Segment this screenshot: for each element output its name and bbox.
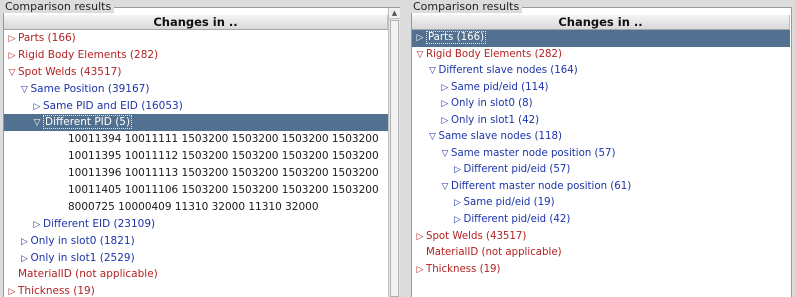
tree-row[interactable]: ▷ Thickness (19) [412, 262, 790, 279]
tree-row[interactable]: ▽ Rigid Body Elements (282) [412, 47, 790, 64]
tree-row-label: Only in slot1 (2529) [30, 251, 135, 264]
tree-rows: ▷ Parts (166) ▽ Rigid Body Elements (282) ▽ D… [412, 30, 790, 278]
collapsed-triangle-icon[interactable]: ▷ [414, 262, 426, 279]
collapsed-triangle-icon[interactable]: ▷ [6, 31, 18, 48]
tree-row-label: Different pid/eid (57) [463, 164, 571, 176]
tree-row[interactable]: 10011396 10011113 1503200 1503200 150320… [4, 165, 388, 182]
tree-row[interactable]: ▽ Same master node position (57) [412, 146, 790, 163]
tree-row-label: Only in slot1 (42) [451, 114, 540, 126]
scrollbar-thumb[interactable] [390, 20, 399, 297]
tree-row-label: Same pid/eid (19) [463, 197, 555, 209]
tree-row[interactable]: MaterialID (not applicable) [412, 245, 790, 262]
group-title: Comparison results [2, 0, 115, 13]
tree-rows: ▷ Parts (166) ▷ Rigid Body Elements (282) ▽ S… [4, 30, 388, 297]
tree-row-label: Spot Welds (43517) [18, 65, 122, 78]
tree-row[interactable]: ▷ Same PID and EID (16053) [4, 98, 388, 115]
tree-row[interactable]: ▽ Same slave nodes (118) [412, 129, 790, 146]
tree-row-label: Same PID and EID (16053) [43, 99, 183, 112]
tree-row-label: Rigid Body Elements (282) [18, 48, 159, 61]
collapsed-triangle-icon[interactable]: ▷ [439, 96, 451, 113]
tree-row[interactable]: 10011395 10011112 1503200 1503200 150320… [4, 148, 388, 165]
tree-row[interactable]: ▷ Only in slot0 (1821) [4, 233, 388, 250]
tree-row[interactable]: ▷ Only in slot1 (42) [412, 113, 790, 130]
collapsed-triangle-icon[interactable]: ▷ [19, 234, 31, 251]
tree-row-label: Thickness (19) [426, 263, 501, 275]
tree-row[interactable]: ▷ Different pid/eid (57) [412, 162, 790, 179]
tree-row-label: Different master node position (61) [451, 180, 632, 192]
scroll-up-arrow-icon[interactable]: ▲ [389, 8, 400, 19]
tree-row[interactable]: ▷ Only in slot1 (2529) [4, 250, 388, 267]
collapsed-triangle-icon[interactable]: ▷ [414, 229, 426, 246]
tree-row-label: 8000725 10000409 11310 32000 11310 32000 [68, 200, 319, 213]
comparison-tree[interactable]: Changes in .. ▷ Parts (166) ▽ Rigid Body El… [412, 15, 790, 297]
tree-row-label: Thickness (19) [18, 285, 95, 297]
tree-row-label: Different EID (23109) [43, 217, 156, 230]
expanded-triangle-icon[interactable]: ▽ [439, 146, 451, 163]
tree-row-label: Only in slot0 (1821) [30, 234, 135, 247]
tree-row-label: Spot Welds (43517) [426, 230, 527, 242]
tree-row-label: Same Position (39167) [30, 82, 150, 95]
tree-row-label: Same master node position (57) [451, 147, 616, 159]
tree-row-label: 10011405 10011106 1503200 1503200 150320… [68, 184, 379, 197]
collapsed-triangle-icon[interactable]: ▷ [452, 162, 464, 179]
tree-row-label: Different pid/eid (42) [463, 214, 571, 226]
collapsed-triangle-icon[interactable]: ▷ [439, 113, 451, 130]
tree-row-label: Same slave nodes (118) [438, 131, 562, 143]
tree-row[interactable]: ▷ Thickness (19) [4, 283, 388, 297]
expanded-triangle-icon[interactable]: ▽ [427, 129, 439, 146]
tree-row-label: MaterialID (not applicable) [18, 268, 158, 281]
tree-row[interactable]: ▷ Different pid/eid (42) [412, 212, 790, 229]
tree-row[interactable]: ▽ Different slave nodes (164) [412, 63, 790, 80]
tree-row-label: MaterialID (not applicable) [426, 247, 562, 259]
tree-row-label: Parts (166) [18, 32, 76, 44]
comparison-tree[interactable]: Changes in .. ▷ Parts (166) ▷ Rigid Body El… [4, 15, 388, 297]
tree-row-label: Same pid/eid (114) [451, 81, 549, 93]
expanded-triangle-icon[interactable]: ▽ [439, 179, 451, 196]
collapsed-triangle-icon[interactable]: ▷ [19, 251, 31, 268]
tree-row-label: Parts (166) [426, 31, 487, 44]
collapsed-triangle-icon[interactable]: ▷ [6, 284, 18, 297]
tree-row-label: Different slave nodes (164) [438, 65, 578, 77]
collapsed-triangle-icon[interactable]: ▷ [414, 30, 426, 47]
tree-row-label: Rigid Body Elements (282) [426, 48, 562, 60]
tree-row[interactable]: ▷ Different EID (23109) [4, 216, 388, 233]
tree-row[interactable]: ▷ Only in slot0 (8) [412, 96, 790, 113]
expanded-triangle-icon[interactable]: ▽ [414, 47, 426, 64]
tree-row-label: 10011395 10011112 1503200 1503200 150320… [68, 150, 379, 163]
tree-row-label: 10011394 10011111 1503200 1503200 150320… [68, 133, 379, 146]
right-comparison-panel: Comparison results Changes in .. ▷ Parts … [408, 0, 795, 297]
tree-row[interactable]: MaterialID (not applicable) [4, 266, 388, 283]
tree-row-label: Only in slot0 (8) [451, 98, 533, 110]
tree-row-label: Different PID (5) [43, 115, 133, 130]
expanded-triangle-icon[interactable]: ▽ [427, 63, 439, 80]
tree-row[interactable]: ▷ Same pid/eid (19) [412, 195, 790, 212]
tree-row[interactable]: ▽ Different PID (5) [4, 114, 388, 132]
tree-row-label: 10011396 10011113 1503200 1503200 150320… [68, 167, 379, 180]
tree-row[interactable]: ▷ Parts (166) [4, 30, 388, 47]
column-header[interactable]: Changes in .. [412, 15, 790, 30]
tree-row[interactable]: ▽ Spot Welds (43517) [4, 64, 388, 81]
tree-row[interactable]: ▷ Parts (166) [412, 30, 790, 47]
left-comparison-panel: Comparison results Changes in .. ▷ Parts … [0, 0, 403, 297]
column-header[interactable]: Changes in .. [4, 15, 388, 30]
tree-row[interactable]: ▷ Spot Welds (43517) [412, 229, 790, 246]
collapsed-triangle-icon[interactable]: ▷ [6, 48, 18, 65]
collapsed-triangle-icon[interactable]: ▷ [439, 80, 451, 97]
tree-row[interactable]: ▷ Same pid/eid (114) [412, 80, 790, 97]
expanded-triangle-icon[interactable]: ▽ [6, 65, 18, 82]
tree-row[interactable]: 10011405 10011106 1503200 1503200 150320… [4, 182, 388, 199]
vertical-scrollbar[interactable]: ▲ [388, 8, 400, 297]
collapsed-triangle-icon[interactable]: ▷ [452, 195, 464, 212]
collapsed-triangle-icon[interactable]: ▷ [31, 217, 43, 234]
tree-row[interactable]: ▽ Different master node position (61) [412, 179, 790, 196]
collapsed-triangle-icon[interactable]: ▷ [31, 99, 43, 116]
tree-row[interactable]: 10011394 10011111 1503200 1503200 150320… [4, 131, 388, 148]
tree-row[interactable]: 8000725 10000409 11310 32000 11310 32000 [4, 199, 388, 216]
collapsed-triangle-icon[interactable]: ▷ [452, 212, 464, 229]
expanded-triangle-icon[interactable]: ▽ [31, 115, 43, 132]
tree-row[interactable]: ▽ Same Position (39167) [4, 81, 388, 98]
expanded-triangle-icon[interactable]: ▽ [19, 82, 31, 99]
group-title: Comparison results [410, 0, 523, 13]
tree-row[interactable]: ▷ Rigid Body Elements (282) [4, 47, 388, 64]
